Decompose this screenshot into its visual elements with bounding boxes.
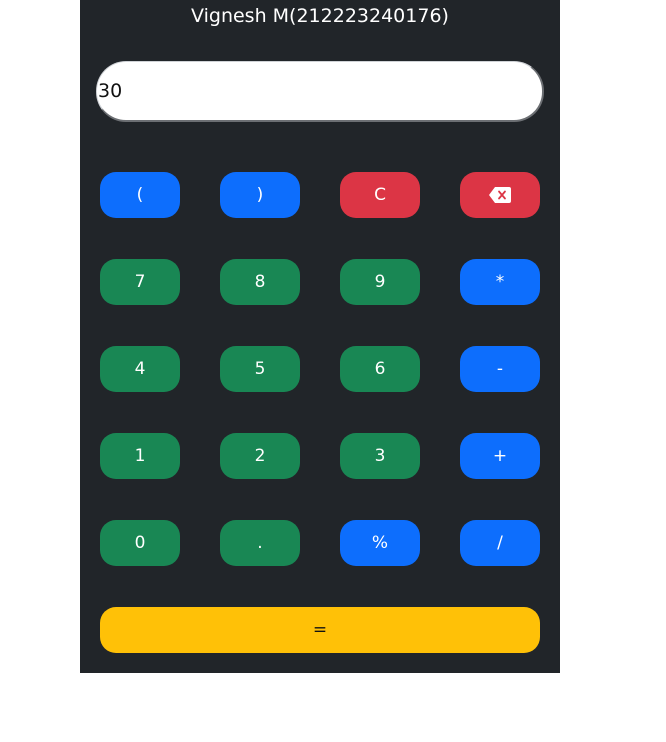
decimal-point-button[interactable]: . (220, 520, 300, 566)
add-button[interactable]: + (460, 433, 540, 479)
close-paren-button[interactable]: ) (220, 172, 300, 218)
page-title: Vignesh M(212223240176) (191, 5, 449, 27)
digit-4-button[interactable]: 4 (100, 346, 180, 392)
digit-3-button[interactable]: 3 (340, 433, 420, 479)
digit-9-button[interactable]: 9 (340, 259, 420, 305)
calculator-display-input[interactable] (96, 61, 544, 122)
equals-button[interactable]: = (100, 607, 540, 653)
open-paren-button[interactable]: ( (100, 172, 180, 218)
calculator-panel: Vignesh M(212223240176) ( ) C 7 8 9 * 4 … (80, 0, 560, 673)
clear-button[interactable]: C (340, 172, 420, 218)
digit-7-button[interactable]: 7 (100, 259, 180, 305)
backspace-button[interactable] (460, 172, 540, 218)
digit-2-button[interactable]: 2 (220, 433, 300, 479)
digit-1-button[interactable]: 1 (100, 433, 180, 479)
digit-8-button[interactable]: 8 (220, 259, 300, 305)
digit-0-button[interactable]: 0 (100, 520, 180, 566)
subtract-button[interactable]: - (460, 346, 540, 392)
percent-button[interactable]: % (340, 520, 420, 566)
digit-6-button[interactable]: 6 (340, 346, 420, 392)
divide-button[interactable]: / (460, 520, 540, 566)
backspace-icon (489, 187, 511, 203)
multiply-button[interactable]: * (460, 259, 540, 305)
digit-5-button[interactable]: 5 (220, 346, 300, 392)
